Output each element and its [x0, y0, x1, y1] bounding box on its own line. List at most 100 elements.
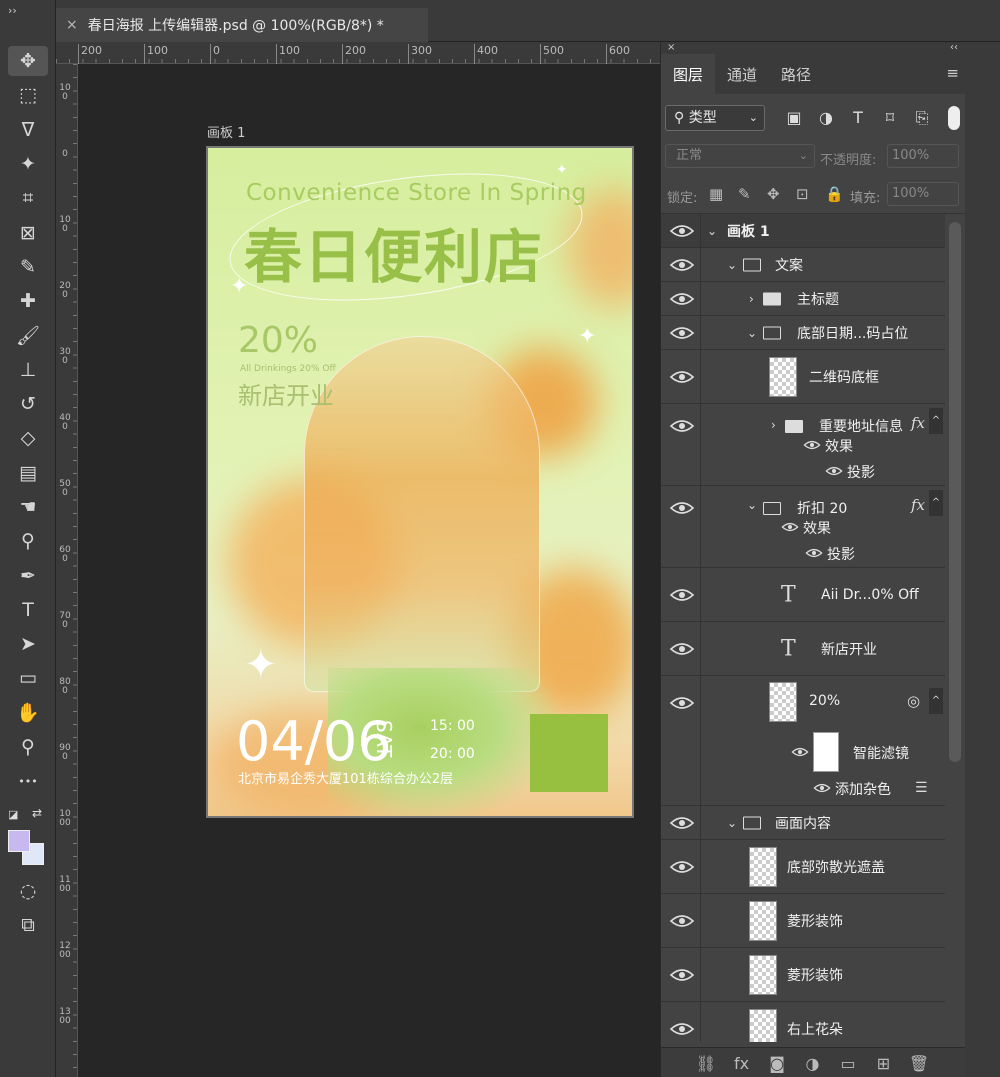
layer-row-artboard[interactable]: ⌄ 画板 1	[661, 214, 945, 248]
eye-icon[interactable]	[669, 325, 695, 341]
eyedropper-tool-icon[interactable]: ✎	[8, 252, 48, 282]
zoom-tool-icon[interactable]: ⚲	[8, 732, 48, 762]
more-tools-icon[interactable]: •••	[8, 766, 48, 796]
layer-row-shape[interactable]: 菱形装饰	[661, 948, 945, 1002]
frame-tool-icon[interactable]: ⊠	[8, 218, 48, 248]
dodge-tool-icon[interactable]: ⚲	[8, 526, 48, 556]
tab-paths[interactable]: 路径	[769, 54, 823, 94]
foreground-color-swatch[interactable]	[8, 830, 30, 852]
close-panel-icon[interactable]: ×	[667, 42, 675, 54]
lock-all-icon[interactable]: 🔒	[825, 185, 844, 203]
lock-position-icon[interactable]: ✥	[767, 185, 780, 203]
chevron-down-icon[interactable]: ⌄	[727, 258, 737, 272]
eye-icon[interactable]	[669, 859, 695, 875]
healing-brush-tool-icon[interactable]: ✚	[8, 286, 48, 316]
layer-row-text[interactable]: T 新店开业	[661, 622, 945, 676]
fill-input[interactable]: 100%	[887, 182, 959, 206]
layer-row-smart-object[interactable]: 20% ◎ ^ 智能滤镜 添加杂色 ☰	[661, 676, 945, 806]
eye-icon[interactable]	[669, 1021, 695, 1037]
eye-icon[interactable]	[669, 695, 695, 711]
eye-icon[interactable]	[791, 746, 809, 758]
chevron-down-icon[interactable]: ⌄	[707, 224, 717, 238]
eye-icon[interactable]	[669, 223, 695, 239]
stamp-tool-icon[interactable]: ⊥	[8, 355, 48, 385]
layers-scrollbar[interactable]	[949, 222, 961, 762]
opacity-input[interactable]: 100%	[887, 144, 959, 168]
pen-tool-icon[interactable]: ✒	[8, 561, 48, 591]
layer-style-icon[interactable]: fx	[731, 1054, 753, 1073]
smudge-tool-icon[interactable]: ☚	[8, 492, 48, 522]
crop-tool-icon[interactable]: ⌗	[8, 183, 48, 213]
path-selection-tool-icon[interactable]: ➤	[8, 629, 48, 659]
swap-colors-icon[interactable]: ⇄	[32, 806, 42, 820]
eye-icon[interactable]	[669, 500, 695, 516]
filter-options-icon[interactable]: ☰	[915, 780, 928, 796]
chevron-right-icon[interactable]: ›	[771, 418, 776, 432]
quick-mask-icon[interactable]: ◌	[8, 876, 48, 906]
collapse-toolbar-icon[interactable]: ››	[8, 4, 17, 17]
type-filter-icon[interactable]: T	[848, 108, 868, 127]
eye-icon[interactable]	[669, 967, 695, 983]
eye-icon[interactable]	[669, 815, 695, 831]
fx-icon[interactable]: fx	[911, 414, 925, 432]
lock-artboard-icon[interactable]: ⊡	[796, 185, 809, 203]
collapse-filters-icon[interactable]: ^	[929, 688, 943, 714]
layer-row-group[interactable]: ⌄ 底部日期...码占位	[661, 316, 945, 350]
panel-menu-icon[interactable]: ≡	[946, 64, 959, 82]
blend-mode-select[interactable]: 正常 ⌄	[665, 144, 815, 168]
chevron-down-icon[interactable]: ⌄	[727, 816, 737, 830]
eye-icon[interactable]	[781, 521, 799, 533]
collapse-effects-icon[interactable]: ^	[929, 408, 943, 434]
hand-tool-icon[interactable]: ✋	[8, 698, 48, 728]
type-tool-icon[interactable]: T	[8, 595, 48, 625]
layer-row-group[interactable]: › 主标题	[661, 282, 945, 316]
document-tab[interactable]: × 春日海报 上传编辑器.psd @ 100%(RGB/8*) *	[56, 8, 428, 42]
marquee-tool-icon[interactable]: ⬚	[8, 80, 48, 110]
rectangle-tool-icon[interactable]: ▭	[8, 663, 48, 693]
brush-tool-icon[interactable]: 🖌	[8, 320, 48, 350]
collapse-effects-icon[interactable]: ^	[929, 490, 943, 516]
tab-layers[interactable]: 图层	[661, 54, 716, 94]
collapse-panel-icon[interactable]: ‹‹	[950, 42, 958, 54]
layer-row-group[interactable]: ⌄ 画面内容	[661, 806, 945, 840]
eraser-tool-icon[interactable]: ◇	[8, 423, 48, 453]
eye-icon[interactable]	[669, 913, 695, 929]
eye-icon[interactable]	[669, 369, 695, 385]
filter-kind-select[interactable]: ⚲ 类型 ⌄	[665, 105, 765, 131]
layer-row-group-with-effects[interactable]: ⌄ 折扣 20 fx ^ 效果 投影	[661, 486, 945, 568]
layer-row-shape[interactable]: 菱形装饰	[661, 894, 945, 948]
smart-filter-mask-thumbnail[interactable]	[813, 732, 839, 772]
eye-icon[interactable]	[669, 257, 695, 273]
shape-filter-icon[interactable]: ⌑	[880, 108, 900, 127]
chevron-right-icon[interactable]: ›	[749, 292, 754, 306]
lasso-tool-icon[interactable]: ᐁ	[8, 115, 48, 145]
gradient-tool-icon[interactable]: ▤	[8, 458, 48, 488]
add-mask-icon[interactable]: ◙	[766, 1054, 788, 1073]
magic-wand-tool-icon[interactable]: ✦	[8, 149, 48, 179]
adjustment-layer-icon[interactable]: ◑	[802, 1054, 824, 1073]
eye-icon[interactable]	[813, 782, 831, 794]
eye-icon[interactable]	[669, 291, 695, 307]
eye-icon[interactable]	[669, 418, 695, 434]
eye-icon[interactable]	[803, 439, 821, 451]
default-colors-icon[interactable]: ◪	[8, 808, 18, 821]
pixel-filter-icon[interactable]: ▣	[784, 108, 804, 127]
eye-icon[interactable]	[825, 465, 843, 477]
eye-icon[interactable]	[669, 587, 695, 603]
artboard-label[interactable]: 画板 1	[207, 122, 245, 141]
lock-pixels-icon[interactable]: ✎	[738, 185, 751, 203]
history-brush-tool-icon[interactable]: ↺	[8, 389, 48, 419]
tab-channels[interactable]: 通道	[715, 54, 769, 94]
fx-icon[interactable]: fx	[911, 496, 925, 514]
move-tool-icon[interactable]: ✥	[8, 46, 48, 76]
close-tab-icon[interactable]: ×	[66, 17, 78, 33]
lock-transparent-icon[interactable]: ▦	[709, 185, 723, 203]
delete-layer-icon[interactable]: 🗑	[908, 1054, 930, 1073]
chevron-down-icon[interactable]: ⌄	[747, 326, 757, 340]
layer-row-text[interactable]: T Aii Dr...0% Off	[661, 568, 945, 622]
layer-row-pixel[interactable]: 底部弥散光遮盖	[661, 840, 945, 894]
layer-row-smart-object[interactable]: 右上花朵	[661, 1002, 945, 1042]
new-group-icon[interactable]: ▭	[837, 1054, 859, 1073]
link-layers-icon[interactable]: ⛓	[695, 1054, 717, 1073]
adjustment-filter-icon[interactable]: ◑	[816, 108, 836, 127]
